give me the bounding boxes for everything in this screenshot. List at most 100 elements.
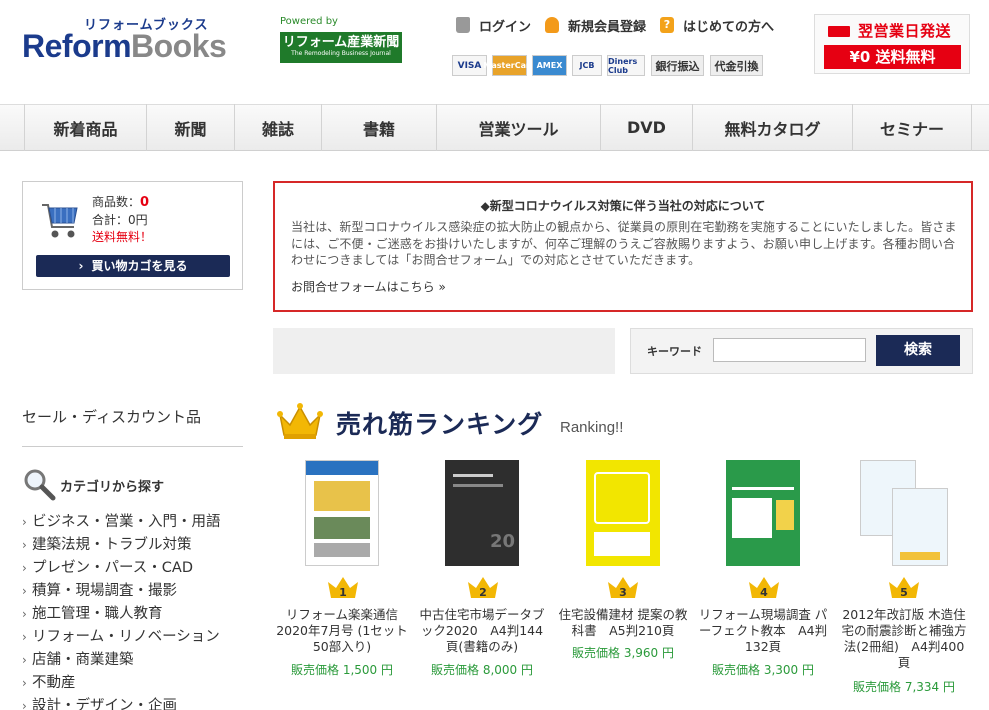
sidebar-category-realestate[interactable]: › 不動産 — [22, 671, 76, 692]
view-cart-button[interactable]: › 買い物カゴを見る — [36, 255, 230, 277]
sidebar-category-law[interactable]: › 建築法規・トラブル対策 — [22, 533, 192, 554]
category-heading: カテゴリから探す — [60, 480, 165, 495]
nav-books[interactable]: 書籍 — [322, 104, 437, 151]
rank-number: 3 — [619, 586, 627, 599]
first-time-label: はじめての方へ — [683, 19, 775, 35]
sidebar-sale-link[interactable]: セール・ディスカウント品 — [22, 406, 201, 427]
nav-dvd[interactable]: DVD — [601, 104, 693, 151]
sidebar-category-business[interactable]: › ビジネス・営業・入門・用語 — [22, 510, 221, 531]
category-label: プレゼン・パース・CAD — [32, 560, 193, 576]
name-line: 2020年7月号 (1セット — [276, 623, 408, 638]
bullet-icon: › — [22, 607, 27, 621]
nav-sales-tools[interactable]: 営業ツール — [437, 104, 601, 151]
nav-magazines[interactable]: 雑誌 — [235, 104, 322, 151]
ranking-item-5-name[interactable]: 2012年改訂版 木造住 宅の耐震診断と補強方 法(2冊組) A4判400 頁 — [837, 607, 971, 671]
ranking-item-2-price: 販売価格 8,000 円 — [431, 663, 533, 677]
newspaper-logo[interactable]: リフォーム産業新聞 The Remodeling Business Journa… — [280, 32, 402, 63]
nav-seminar[interactable]: セミナー — [853, 104, 972, 151]
category-label: 設計・デザイン・企画 — [32, 698, 177, 710]
amex-badge: AMEX — [532, 55, 567, 76]
notice-body: 当社は、新型コロナウイルス感染症の拡大防止の観点から、従業員の原則在宅勤務を実施… — [291, 220, 957, 267]
rank-number: 2 — [479, 586, 487, 599]
name-line: リフォーム楽楽通信 — [285, 607, 399, 622]
cart-count: 商品数：0 — [92, 193, 149, 210]
truck-icon — [828, 26, 850, 37]
magnifier-icon — [24, 469, 56, 501]
logo-word-reform: Reform — [22, 28, 132, 64]
ranking-item-1[interactable] — [275, 460, 409, 566]
crown-icon — [277, 403, 323, 439]
banner-placeholder — [273, 328, 615, 374]
product-cover-image[interactable]: 20 — [445, 460, 519, 566]
promo-next-day: 翌営業日発送 — [828, 20, 951, 41]
ranking-item-3[interactable] — [556, 460, 690, 566]
ranking-item-1-price: 販売価格 1,500 円 — [291, 663, 393, 677]
contact-form-link[interactable]: お問合せフォームはこちら » — [291, 278, 446, 295]
sidebar-category-reform[interactable]: › リフォーム・リノベーション — [22, 625, 220, 646]
category-label: 積算・現場調査・撮影 — [32, 583, 177, 599]
sidebar-category-estimation[interactable]: › 積算・現場調査・撮影 — [22, 579, 177, 600]
ranking-item-4[interactable] — [696, 460, 830, 566]
nav-new-items[interactable]: 新着商品 — [24, 104, 147, 151]
keyword-search-input[interactable] — [713, 338, 866, 362]
newspaper-subtitle: The Remodeling Business Journal — [291, 50, 391, 57]
category-label: リフォーム・リノベーション — [32, 629, 220, 645]
bullet-icon: › — [22, 561, 27, 575]
bullet-icon: › — [22, 538, 27, 552]
jcb-badge: JCB — [572, 55, 602, 76]
site-logo[interactable]: ReformBooks — [22, 28, 227, 64]
register-link[interactable]: 新規会員登録 — [545, 16, 646, 35]
ranking-item-3-name[interactable]: 住宅設備建材 提案の教 科書 A5判210頁 — [556, 607, 690, 639]
ranking-item-5-price: 販売価格 7,334 円 — [853, 680, 955, 694]
cart-count-value: 0 — [140, 195, 150, 210]
name-line: 住宅設備建材 提案の教 — [558, 607, 688, 622]
promo-free-shipping: ¥0 送料無料 — [824, 45, 961, 69]
category-label: 店舗・商業建築 — [32, 652, 134, 668]
notice-title: ◆新型コロナウイルス対策に伴う当社の対応について — [480, 199, 766, 213]
product-cover-image[interactable] — [726, 460, 800, 566]
cart-free-shipping: 送料無料！ — [92, 230, 153, 244]
ranking-item-1-name[interactable]: リフォーム楽楽通信 2020年7月号 (1セット 50部入り) — [275, 607, 409, 655]
view-cart-label: 買い物カゴを見る — [91, 259, 188, 273]
product-cover-image[interactable] — [305, 460, 379, 566]
name-line: 50部入り) — [312, 639, 372, 654]
name-line: 宅の耐震診断と補強方 — [841, 623, 967, 638]
ranking-item-2[interactable]: 20 — [415, 460, 549, 566]
category-label: ビジネス・営業・入門・用語 — [32, 514, 221, 530]
product-cover-image[interactable] — [586, 460, 660, 566]
name-line: 頁(書籍のみ) — [445, 639, 519, 654]
nav-newspaper[interactable]: 新聞 — [147, 104, 235, 151]
product-cover-image[interactable] — [852, 460, 956, 566]
powered-by-label: Powered by — [280, 16, 338, 27]
search-button[interactable]: 検索 — [876, 335, 960, 366]
cart-total: 合計：0円 — [92, 213, 148, 227]
rank-1-crown-icon: 1 — [326, 574, 360, 600]
newspaper-title: リフォーム産業新聞 — [282, 35, 400, 50]
name-line: 科書 A5判210頁 — [571, 623, 675, 638]
sidebar-category-presentation[interactable]: › プレゼン・パース・CAD — [22, 556, 193, 577]
sidebar-category-design[interactable]: › 設計・デザイン・企画 — [22, 694, 177, 710]
name-line: 法(2冊組) A4判400 — [843, 639, 965, 654]
user-icon — [545, 17, 559, 33]
question-icon: ? — [660, 17, 674, 33]
login-link[interactable]: ログイン — [456, 16, 532, 35]
ranking-item-2-name[interactable]: 中古住宅市場データブ ック2020 A4判144 頁(書籍のみ) — [415, 607, 549, 655]
lock-icon — [456, 17, 470, 33]
login-label: ログイン — [479, 19, 532, 35]
name-line: 頁 — [897, 655, 911, 670]
bullet-icon: › — [22, 515, 27, 529]
name-line: 中古住宅市場データブ — [419, 607, 545, 622]
rank-4-crown-icon: 4 — [747, 574, 781, 600]
nav-free-catalog[interactable]: 無料カタログ — [693, 104, 853, 151]
name-line: ック2020 A4判144 — [420, 623, 544, 638]
sidebar-category-construction[interactable]: › 施工管理・職人教育 — [22, 602, 163, 623]
category-label: 不動産 — [32, 675, 76, 691]
bullet-icon: › — [22, 699, 27, 710]
name-line: 2012年改訂版 木造住 — [842, 607, 966, 622]
ranking-item-5[interactable] — [837, 460, 971, 566]
sidebar-category-stores[interactable]: › 店舗・商業建築 — [22, 648, 134, 669]
first-time-link[interactable]: ? はじめての方へ — [660, 16, 775, 35]
rank-2-crown-icon: 2 — [466, 574, 500, 600]
bullet-icon: › — [22, 630, 27, 644]
ranking-item-4-name[interactable]: リフォーム現場調査 パーフェクト教本 A4判 132頁 — [696, 607, 830, 655]
